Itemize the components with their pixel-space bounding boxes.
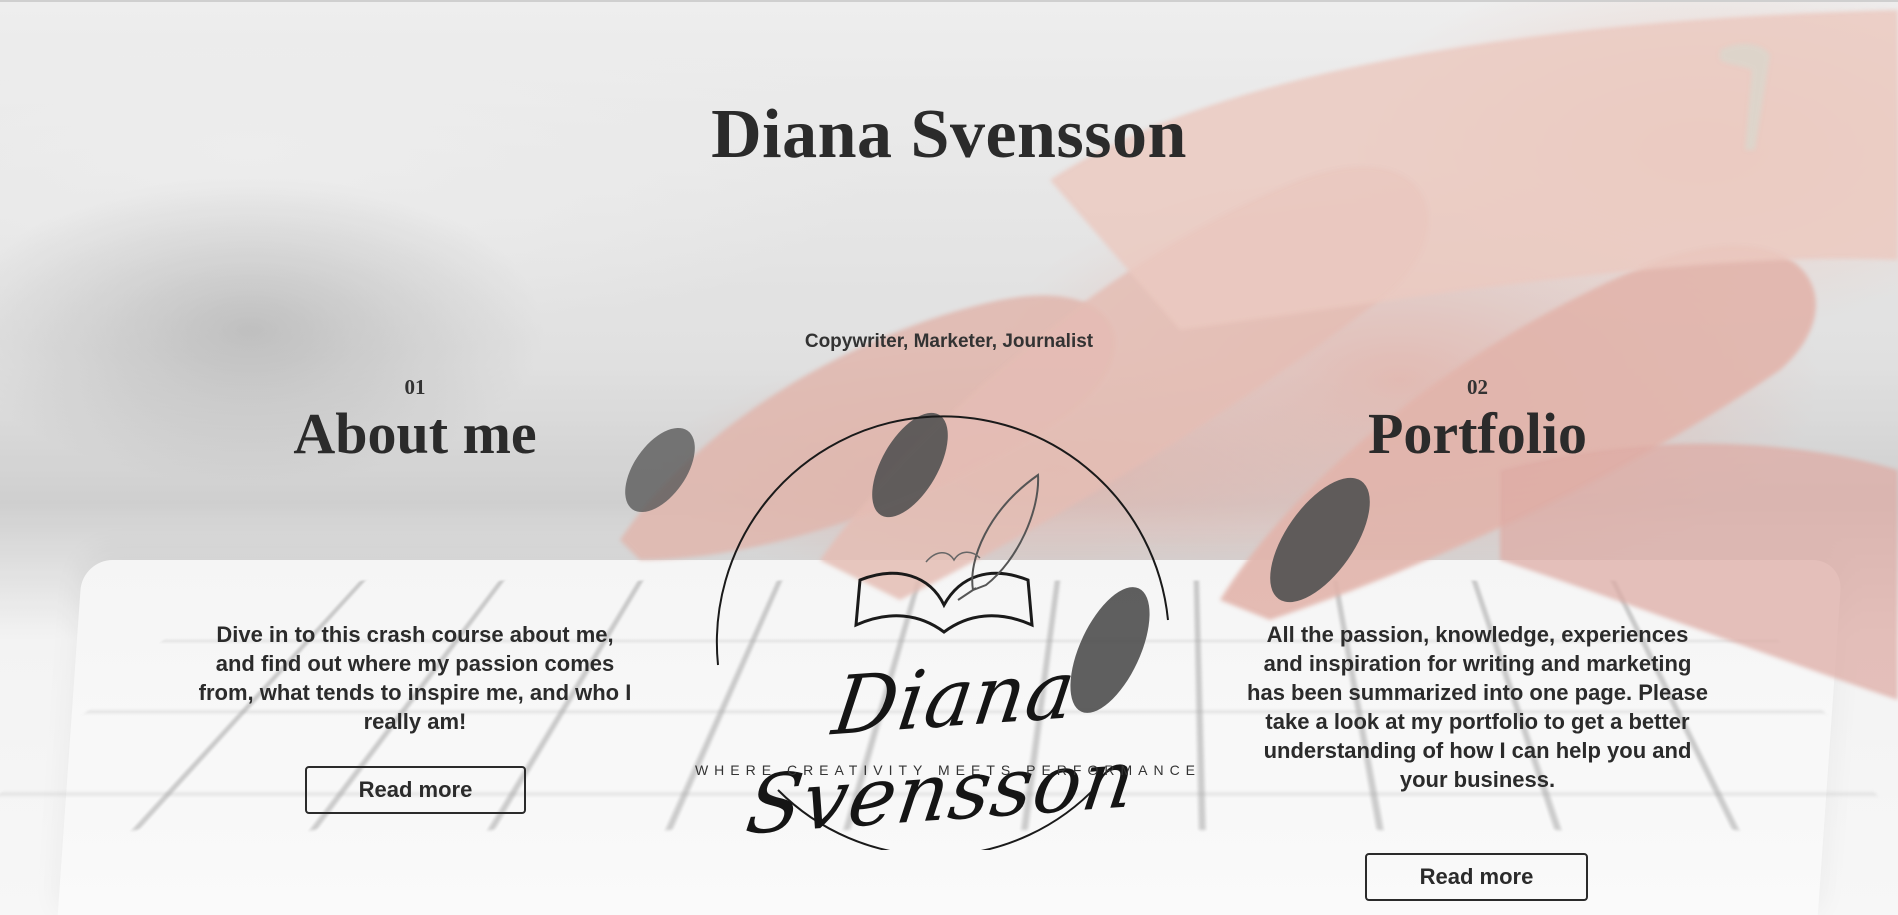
bird-icon: [925, 551, 981, 563]
logo-circle-upper: [715, 415, 1169, 666]
top-border: [0, 0, 1898, 2]
book-icon: [854, 571, 1034, 634]
section-title: Portfolio: [1367, 401, 1588, 466]
section-number: 01: [404, 375, 426, 399]
logo-subtitle: WHERE CREATIVITY MEETS PERFORMANCE: [694, 762, 1202, 778]
tagline: Copywriter, Marketer, Journalist: [804, 331, 1094, 352]
brand-logo: Diana Svensson WHERE CREATIVITY MEETS PE…: [668, 400, 1228, 853]
page-title: Diana Svensson: [711, 96, 1187, 173]
about-me-read-more-button[interactable]: Read more: [305, 766, 526, 814]
section-description: All the passion, knowledge, experiences …: [1247, 622, 1708, 792]
section-number: 02: [1467, 375, 1488, 399]
portfolio-read-more-button[interactable]: Read more: [1365, 853, 1588, 901]
feather-icon: [957, 473, 1040, 601]
section-title: About me: [293, 401, 537, 466]
section-description: Dive in to this crash course about me, a…: [198, 622, 632, 734]
